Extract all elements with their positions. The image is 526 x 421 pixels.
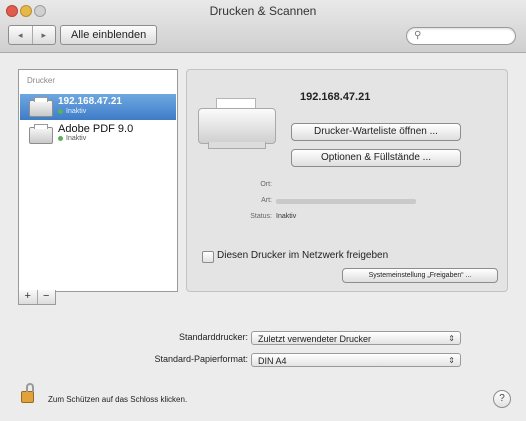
- paper-format-value: DIN A4: [258, 356, 287, 366]
- printer-detail-title: 192.168.47.21: [300, 91, 371, 103]
- back-arrow-icon: ◂: [17, 30, 23, 40]
- printer-status: Inaktiv: [58, 108, 86, 115]
- forward-arrow-icon: ▸: [41, 30, 47, 40]
- share-printer-label[interactable]: Diesen Drucker im Netzwerk freigeben: [217, 250, 388, 261]
- printer-status: Inaktiv: [58, 135, 86, 142]
- title-bar: Drucken & Scannen ◂ ▸ Alle einblenden ⚲: [0, 0, 526, 53]
- status-dot-icon: [58, 135, 63, 141]
- status-dot-icon: [58, 108, 63, 114]
- share-printer-checkbox[interactable]: [202, 251, 214, 263]
- add-remove-control: + −: [18, 290, 56, 305]
- default-printer-value: Zuletzt verwendeter Drucker: [258, 334, 372, 344]
- lock-icon[interactable]: [21, 383, 34, 403]
- default-printer-popup[interactable]: Zuletzt verwendeter Drucker ⇕: [251, 331, 461, 345]
- printer-list-item[interactable]: Adobe PDF 9.0 Inaktiv: [20, 121, 176, 147]
- status-value: Inaktiv: [276, 213, 297, 220]
- paper-format-popup[interactable]: DIN A4 ⇕: [251, 353, 461, 367]
- printer-list-item[interactable]: 192.168.47.21 Inaktiv: [20, 94, 176, 120]
- open-print-queue-button[interactable]: Drucker-Warteliste öffnen ...: [291, 123, 461, 141]
- add-printer-button[interactable]: +: [19, 290, 37, 304]
- printers-scanners-window: Drucken & Scannen ◂ ▸ Alle einblenden ⚲ …: [0, 0, 526, 421]
- popup-arrows-icon: ⇕: [448, 356, 455, 365]
- forward-button[interactable]: ▸: [31, 26, 56, 44]
- search-icon: ⚲: [414, 30, 422, 41]
- paper-format-label: Standard-Papierformat:: [154, 354, 248, 364]
- lock-hint-text: Zum Schützen auf das Schloss klicken.: [48, 395, 188, 404]
- location-label: Ort:: [260, 181, 272, 188]
- printer-icon: [29, 97, 53, 117]
- printer-icon: [29, 124, 53, 144]
- printer-list[interactable]: Drucker 192.168.47.21 Inaktiv Adobe PDF …: [18, 69, 178, 292]
- printer-large-icon: [198, 96, 276, 149]
- search-field[interactable]: ⚲: [406, 27, 516, 45]
- printer-name: Adobe PDF 9.0: [58, 123, 134, 135]
- window-title: Drucken & Scannen: [209, 4, 317, 18]
- type-label: Art:: [261, 197, 272, 204]
- printer-name: 192.168.47.21: [58, 96, 122, 107]
- back-button[interactable]: ◂: [9, 26, 32, 44]
- popup-arrows-icon: ⇕: [448, 334, 455, 343]
- printer-list-header: Drucker: [27, 76, 56, 85]
- options-supplies-button[interactable]: Optionen & Füllstände ...: [291, 149, 461, 167]
- help-button[interactable]: ?: [493, 390, 511, 408]
- type-value-redacted: [276, 197, 416, 204]
- remove-printer-button[interactable]: −: [36, 290, 56, 304]
- nav-button-group: ◂ ▸: [8, 25, 56, 45]
- default-printer-label: Standarddrucker:: [178, 332, 248, 342]
- show-all-button[interactable]: Alle einblenden: [60, 25, 158, 45]
- sharing-preferences-button[interactable]: Systemeinstellung „Freigaben“ ...: [342, 268, 498, 283]
- status-label: Status:: [250, 213, 272, 220]
